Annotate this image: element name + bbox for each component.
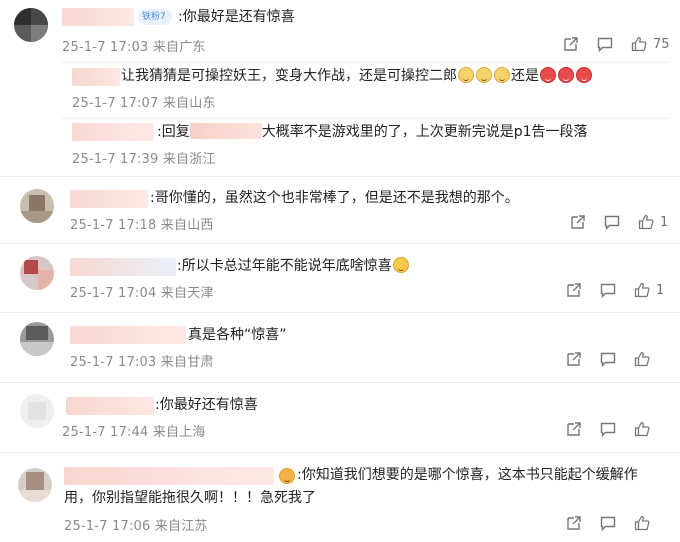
emoji-icon [558, 67, 574, 83]
comment-text-line1: :你知道我们想要的是哪个惊喜，这本书只能起个缓解作 [297, 467, 638, 483]
divider [0, 243, 680, 244]
mention-blurred[interactable] [189, 123, 262, 139]
like-count: 75 [653, 36, 670, 52]
like-icon[interactable] [634, 515, 650, 531]
emoji-icon [494, 67, 510, 83]
reply-meta: 25-1-7 17:39 来自浙江 [72, 152, 216, 167]
share-icon[interactable] [570, 214, 586, 230]
comment-icon[interactable] [600, 282, 616, 298]
like-icon[interactable] [631, 36, 647, 52]
comment-item: 铁粉7 :你最好是还有惊喜 25-1-7 17:03 来自广东 75 让我猜猜是… [0, 0, 680, 183]
username-blurred[interactable] [62, 8, 134, 26]
comment-text: :哥你懂的，虽然这个也非常棒了，但是还不是我想的那个。 [150, 190, 519, 206]
reply-divider [62, 62, 670, 63]
avatar[interactable] [14, 8, 48, 42]
like-icon[interactable] [634, 421, 650, 437]
avatar[interactable] [20, 256, 54, 290]
like-count: 1 [660, 214, 669, 230]
username-blurred[interactable] [72, 68, 120, 86]
comment-item: :哥你懂的，虽然这个也非常棒了，但是还不是我想的那个。 25-1-7 17:18… [0, 183, 680, 243]
share-icon[interactable] [566, 421, 582, 437]
comment-text-line2: 用，你别指望能拖很久啊！！！急死我了 [64, 490, 316, 506]
comment-actions [566, 515, 650, 531]
share-icon[interactable] [566, 515, 582, 531]
comment-item: :你知道我们想要的是哪个惊喜，这本书只能起个缓解作 用，你别指望能拖很久啊！！！… [0, 458, 680, 542]
share-icon[interactable] [566, 351, 582, 367]
reply-meta: 25-1-7 17:07 来自山东 [72, 96, 216, 111]
comment-icon[interactable] [600, 515, 616, 531]
avatar[interactable] [20, 394, 54, 428]
reply-text: :回复 大概率不是游戏里的了，上次更新完说是p1告一段落 [157, 123, 588, 140]
username-blurred[interactable] [70, 326, 186, 344]
like-count: 1 [656, 282, 665, 298]
comment-item: 真是各种“惊喜” 25-1-7 17:03 来自甘肃 [0, 318, 680, 378]
avatar[interactable] [20, 189, 54, 223]
comment-text: :你最好是还有惊喜 [178, 9, 295, 25]
divider [0, 452, 680, 453]
comment-meta: 25-1-7 17:06 来自江苏 [64, 519, 208, 534]
avatar[interactable] [20, 322, 54, 356]
divider [0, 382, 680, 383]
username-blurred[interactable] [66, 397, 154, 415]
comment-text: 真是各种“惊喜” [188, 327, 287, 343]
like-icon[interactable] [634, 351, 650, 367]
comment-icon[interactable] [597, 36, 613, 52]
like-icon[interactable] [638, 214, 654, 230]
emoji-icon [476, 67, 492, 83]
comment-actions: 1 [570, 214, 668, 230]
share-icon[interactable] [563, 36, 579, 52]
emoji-icon [540, 67, 556, 83]
comment-actions: 75 [563, 36, 670, 52]
fan-badge: 铁粉7 [138, 9, 172, 25]
comment-icon[interactable] [600, 421, 616, 437]
reply-text: 让我猜猜是可操控妖王，变身大作战，还是可操控二郎 还是 [121, 66, 593, 86]
emoji-icon [576, 67, 592, 83]
comment-meta: 25-1-7 17:03 来自广东 [62, 40, 206, 55]
comment-icon[interactable] [600, 351, 616, 367]
comment-meta: 25-1-7 17:18 来自山西 [70, 218, 214, 233]
comment-item: :所以卡总过年能不能说年底啥惊喜 25-1-7 17:04 来自天津 1 [0, 250, 680, 310]
comment-text: :所以卡总过年能不能说年底啥惊喜 [177, 256, 410, 276]
share-icon[interactable] [566, 282, 582, 298]
comment-meta: 25-1-7 17:04 来自天津 [70, 286, 214, 301]
emoji-icon [392, 257, 409, 273]
comment-actions [566, 351, 650, 367]
username-blurred[interactable] [70, 190, 148, 208]
emoji-icon [458, 67, 474, 83]
divider [0, 312, 680, 313]
comment-meta: 25-1-7 17:03 来自甘肃 [70, 355, 214, 370]
reply-divider [62, 118, 670, 119]
avatar[interactable] [18, 468, 52, 502]
emoji-icon [279, 468, 295, 484]
divider [0, 176, 680, 177]
comment-text: :你最好还有惊喜 [155, 397, 258, 413]
username-blurred[interactable] [64, 467, 274, 485]
like-icon[interactable] [634, 282, 650, 298]
comment-icon[interactable] [604, 214, 620, 230]
comment-actions [566, 421, 650, 437]
comment-item: :你最好还有惊喜 25-1-7 17:44 来自上海 [0, 388, 680, 450]
comment-meta: 25-1-7 17:44 来自上海 [62, 425, 206, 440]
username-blurred[interactable] [72, 123, 154, 141]
username-blurred[interactable] [70, 258, 176, 276]
comment-actions: 1 [566, 282, 664, 298]
